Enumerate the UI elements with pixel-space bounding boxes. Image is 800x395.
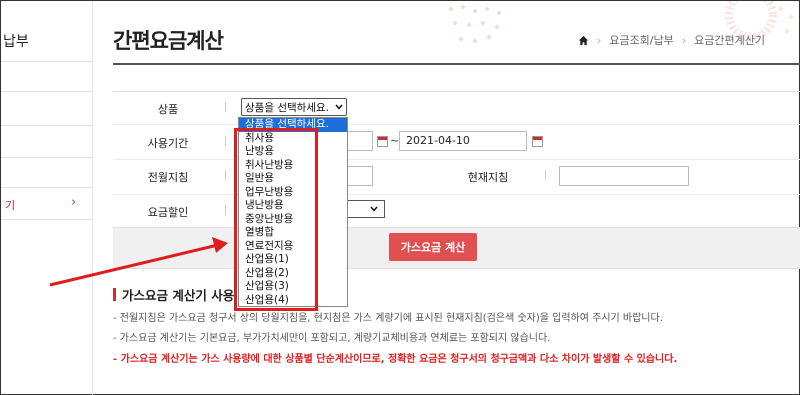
period-end-input[interactable]: 2021-04-10 — [399, 131, 527, 151]
breadcrumb: › 요금조회/납부 › 요금간편계산기 — [578, 32, 765, 48]
period-label: 사용기간 — [147, 137, 189, 150]
notes-title: 가스요금 계산기 사용 — [113, 285, 234, 304]
product-select-value: 상품을 선택하세요. — [245, 101, 329, 114]
form-row-divider — [113, 124, 800, 125]
chevron-right-icon: › — [71, 195, 77, 210]
note-item-warning: - 가스요금 계산기는 가스 사용량에 대한 상품별 단순계산이므로, 정확한 … — [113, 354, 678, 365]
page-title: 간편요금계산 — [113, 29, 224, 53]
sidebar-title: 납부 — [3, 34, 29, 50]
title-marker — [113, 288, 116, 301]
decorative-dots-icon — [725, 1, 793, 41]
form-row-divider — [113, 159, 800, 160]
period-tilde: ~ — [390, 134, 400, 147]
breadcrumb-separator: › — [596, 33, 602, 47]
calculate-button[interactable]: 가스요금 계산 — [389, 233, 477, 261]
curr-reading-label: 현재지침 — [467, 171, 509, 184]
prev-reading-label: 전월지침 — [147, 171, 189, 184]
sidebar-divider — [1, 125, 93, 126]
notes-title-text: 가스요금 계산기 사용 — [122, 288, 235, 303]
sidebar-divider — [1, 157, 93, 158]
sidebar-divider — [1, 91, 93, 92]
breadcrumb-level2[interactable]: 요금간편계산기 — [694, 32, 765, 48]
note-item: - 전월지침은 가스요금 청구서 상의 당월지침을, 현지침은 가스 계량기에 … — [113, 313, 663, 324]
home-icon[interactable] — [578, 35, 589, 46]
sidebar-divider — [1, 61, 93, 62]
label-divider — [545, 170, 546, 180]
label-divider — [225, 136, 226, 146]
product-label: 상품 — [157, 103, 179, 116]
calendar-icon[interactable] — [377, 136, 388, 147]
highlight-box — [234, 128, 318, 311]
sidebar-divider — [1, 219, 93, 220]
sidebar-divider — [1, 187, 93, 188]
discount-label: 요금할인 — [147, 206, 189, 219]
title-divider — [113, 63, 800, 65]
curr-reading-input[interactable] — [559, 166, 689, 186]
decorative-dots-icon — [449, 5, 501, 43]
chevron-down-icon — [335, 104, 343, 110]
label-divider — [225, 102, 226, 112]
form-row-divider — [113, 194, 800, 195]
label-divider — [225, 205, 226, 215]
breadcrumb-separator: › — [681, 33, 687, 47]
note-item: - 가스요금 계산기는 기본요금, 부가가치세만이 포함되고, 계량기교체비용과… — [113, 333, 551, 344]
chevron-down-icon — [370, 206, 378, 212]
breadcrumb-level1[interactable]: 요금조회/납부 — [609, 32, 673, 48]
label-divider — [225, 170, 226, 180]
sidebar-item-calculator[interactable]: 기 — [5, 197, 15, 213]
calendar-icon[interactable] — [532, 136, 543, 147]
product-select[interactable]: 상품을 선택하세요. — [241, 98, 347, 116]
